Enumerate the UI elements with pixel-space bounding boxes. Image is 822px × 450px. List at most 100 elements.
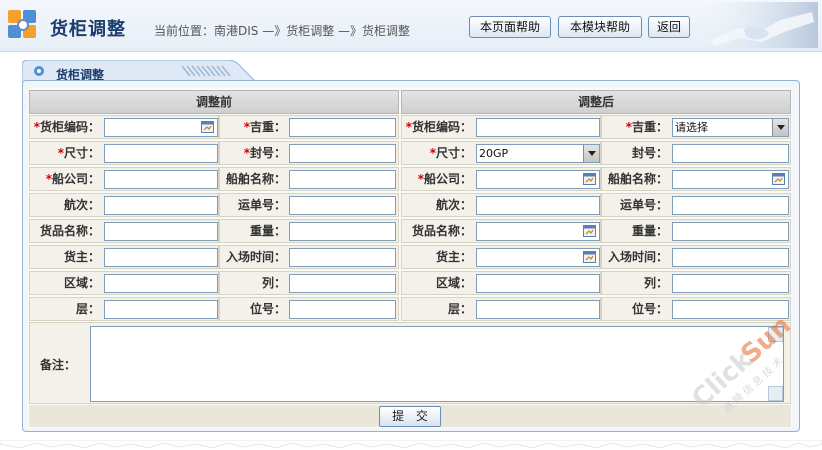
before-position-no-input[interactable] [289, 300, 396, 319]
before-goods-name-input[interactable] [104, 222, 218, 241]
lookup-picker-icon[interactable] [583, 225, 596, 237]
lookup-picker-icon[interactable] [583, 173, 596, 185]
before-column-label: 列： [220, 271, 286, 295]
before-entry-time-input[interactable] [289, 248, 396, 267]
after-vessel-name-input[interactable] [672, 170, 789, 189]
label-text: 货品名称： [411, 224, 472, 238]
back-button[interactable]: 返回 [648, 16, 690, 38]
clicksun-watermark-logo: Click Sun 点 睛 信 息 技 术 [686, 310, 797, 415]
before-tier-label: 层： [30, 297, 100, 321]
before-vessel-name-label: 船舶名称： [220, 167, 286, 191]
label-text: 列： [643, 276, 668, 290]
before-container-no-input[interactable] [104, 118, 218, 137]
label-text: 区域： [435, 276, 472, 290]
before-gross-weight-label: *吉重： [220, 115, 286, 139]
label-text: 重量： [249, 224, 286, 238]
lookup-picker-icon[interactable] [583, 251, 596, 263]
after-goods-name-input[interactable] [476, 222, 600, 241]
after-container-no-input[interactable] [476, 118, 600, 137]
label-text: 运单号： [237, 198, 286, 212]
before-seal-no-input[interactable] [289, 144, 396, 163]
label-text: 船舶名称： [225, 172, 286, 186]
before-voyage-input[interactable] [104, 196, 218, 215]
after-entry-time-label: 入场时间： [602, 245, 668, 269]
select-value: 请选择 [675, 121, 708, 134]
before-position-no-label: 位号： [220, 297, 286, 321]
after-waybill-no-input[interactable] [672, 196, 789, 215]
before-voyage-label: 航次： [30, 193, 100, 217]
before-size-input[interactable] [104, 144, 218, 163]
after-seal-no-label: 封号： [602, 141, 668, 165]
after-shipping-company-input[interactable] [476, 170, 600, 189]
label-text: 运单号： [619, 198, 668, 212]
after-gross-weight-select[interactable]: 请选择 [672, 118, 789, 137]
label-text: 货主： [63, 250, 100, 264]
after-area-input[interactable] [476, 274, 600, 293]
label-text: 吉重： [631, 120, 668, 134]
label-text: 吉重： [249, 120, 286, 134]
after-weight-label: 重量： [602, 219, 668, 243]
label-text: 封号： [631, 146, 668, 160]
page-title: 货柜调整 [50, 19, 126, 40]
lookup-picker-icon[interactable] [201, 121, 214, 133]
before-vessel-name-input[interactable] [289, 170, 396, 189]
label-text: 层： [75, 302, 100, 316]
module-help-button[interactable]: 本模块帮助 [558, 16, 642, 38]
after-voyage-input[interactable] [476, 196, 600, 215]
after-weight-input[interactable] [672, 222, 789, 241]
torn-edge-decoration [0, 440, 822, 449]
before-weight-label: 重量： [220, 219, 286, 243]
remarks-label: 备注： [40, 358, 77, 372]
before-section-heading: 调整前 [29, 90, 399, 114]
label-text: 货柜编码： [39, 120, 100, 134]
label-text: 船舶名称： [607, 172, 668, 186]
label-text: 重量： [631, 224, 668, 238]
dropdown-arrow-icon[interactable] [772, 119, 788, 136]
before-gross-weight-input[interactable] [289, 118, 396, 137]
label-text: 层： [447, 302, 472, 316]
after-waybill-no-label: 运单号： [602, 193, 668, 217]
before-owner-input[interactable] [104, 248, 218, 267]
label-text: 区域： [63, 276, 100, 290]
before-shipping-company-input[interactable] [104, 170, 218, 189]
label-text: 船公司： [51, 172, 100, 186]
submit-button[interactable]: 提 交 [379, 406, 441, 427]
handshake-banner-image [700, 2, 818, 48]
label-text: 入场时间： [607, 250, 668, 264]
before-weight-input[interactable] [289, 222, 396, 241]
label-text: 航次： [63, 198, 100, 212]
before-column-input[interactable] [289, 274, 396, 293]
after-entry-time-input[interactable] [672, 248, 789, 267]
after-seal-no-input[interactable] [672, 144, 789, 163]
before-tier-input[interactable] [104, 300, 218, 319]
after-shipping-company-label: *船公司： [402, 167, 472, 191]
before-waybill-no-label: 运单号： [220, 193, 286, 217]
after-size-select[interactable]: 20GP [476, 144, 600, 163]
after-voyage-label: 航次： [402, 193, 472, 217]
after-section-heading: 调整后 [401, 90, 791, 114]
page-help-button[interactable]: 本页面帮助 [469, 16, 551, 38]
before-area-input[interactable] [104, 274, 218, 293]
label-text: 封号： [249, 146, 286, 160]
before-container-no-label: *货柜编码： [30, 115, 100, 139]
label-text: 尺寸： [63, 146, 100, 160]
after-column-input[interactable] [672, 274, 789, 293]
label-text: 航次： [435, 198, 472, 212]
dropdown-arrow-icon[interactable] [583, 145, 599, 162]
after-tier-input[interactable] [476, 300, 600, 319]
breadcrumb: 当前位置：南港DIS —》货柜调整 —》货柜调整 [154, 24, 411, 38]
before-shipping-company-label: *船公司： [30, 167, 100, 191]
lookup-picker-icon[interactable] [772, 173, 785, 185]
label-text: 货品名称： [39, 224, 100, 238]
label-text: 船公司： [423, 172, 472, 186]
after-owner-input[interactable] [476, 248, 600, 267]
after-gross-weight-label: *吉重： [602, 115, 668, 139]
before-waybill-no-input[interactable] [289, 196, 396, 215]
select-value: 20GP [479, 147, 509, 160]
label-text: 列： [261, 276, 286, 290]
before-seal-no-label: *封号： [220, 141, 286, 165]
after-size-label: *尺寸： [402, 141, 472, 165]
before-entry-time-label: 入场时间： [220, 245, 286, 269]
label-text: 入场时间： [225, 250, 286, 264]
after-owner-label: 货主： [402, 245, 472, 269]
